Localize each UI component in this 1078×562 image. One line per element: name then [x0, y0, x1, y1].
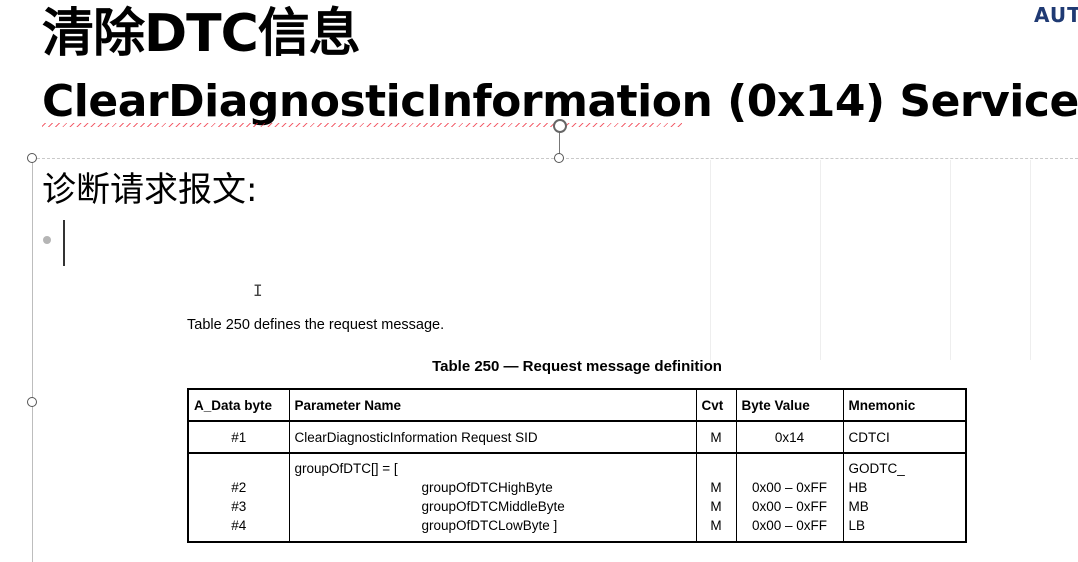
header-cvt: Cvt [695, 389, 737, 422]
header-a-data-byte: A_Data byte [187, 389, 290, 422]
mnemonic-3: MB [848, 499, 869, 514]
bullet-point [43, 236, 51, 244]
cell-byte-value: 0x14 [735, 421, 844, 454]
cell-value-group: 0x00 – 0xFF 0x00 – 0xFF 0x00 – 0xFF [735, 453, 844, 542]
value-2: 0x00 – 0xFF [751, 480, 828, 495]
table-caption: Table 250 — Request message definition [432, 358, 722, 375]
cvt-4: M [710, 518, 722, 533]
text-caret [63, 220, 65, 266]
resize-handle-middle-left[interactable] [27, 397, 37, 407]
cell-byte: #1 [187, 421, 290, 454]
cell-parameter-name: ClearDiagnosticInformation Request SID [288, 421, 697, 454]
slide-title-chinese[interactable]: 清除DTC信息 [42, 2, 361, 66]
resize-handle-top-center[interactable] [554, 153, 564, 163]
spellcheck-underline [42, 123, 682, 127]
table-header-row: A_Data byte Parameter Name Cvt Byte Valu… [187, 389, 967, 422]
cell-mnemonic: CDTCI [842, 421, 967, 454]
param-high-byte: groupOfDTCHighByte [421, 480, 553, 495]
rotate-handle[interactable] [553, 119, 567, 133]
faint-background-lines [700, 160, 1040, 360]
table-row: #1 ClearDiagnosticInformation Request SI… [187, 421, 967, 454]
cvt-3: M [710, 499, 722, 514]
mnemonic-4: LB [848, 518, 866, 533]
byte-2: #2 [231, 480, 247, 495]
table-row-group: #2 #3 #4 groupOfDTC[] = [ groupOfDTCHigh… [187, 453, 967, 542]
cell-cvt-group: M M M [695, 453, 737, 542]
mnemonic-2: HB [848, 480, 868, 495]
selection-frame-left [32, 158, 33, 562]
header-byte-value: Byte Value [735, 389, 844, 422]
byte-3: #3 [231, 499, 247, 514]
value-3: 0x00 – 0xFF [751, 499, 828, 514]
value-4: 0x00 – 0xFF [751, 518, 828, 533]
byte-4: #4 [231, 518, 247, 533]
mouse-ibeam-cursor: I [253, 281, 263, 300]
header-parameter-name: Parameter Name [288, 389, 697, 422]
param-middle-byte: groupOfDTCMiddleByte [421, 499, 565, 514]
request-message-table: A_Data byte Parameter Name Cvt Byte Valu… [187, 388, 967, 543]
mnemonic-group: GODTC_ [848, 461, 905, 476]
cell-mnemonic-group: GODTC_ HB MB LB [842, 453, 967, 542]
resize-handle-top-left[interactable] [27, 153, 37, 163]
group-name: groupOfDTC[] = [ [294, 461, 398, 476]
cell-byte-group: #2 #3 #4 [187, 453, 290, 542]
document-intro-text: Table 250 defines the request message. [187, 317, 445, 333]
cvt-2: M [710, 480, 722, 495]
cell-parameter-group: groupOfDTC[] = [ groupOfDTCHighByte grou… [288, 453, 697, 542]
cell-cvt: M [695, 421, 737, 454]
param-low-byte: groupOfDTCLowByte ] [421, 518, 558, 533]
header-mnemonic: Mnemonic [842, 389, 967, 422]
brand-logo: AUTO [1034, 3, 1078, 27]
subheading[interactable]: 诊断请求报文: [42, 168, 257, 212]
